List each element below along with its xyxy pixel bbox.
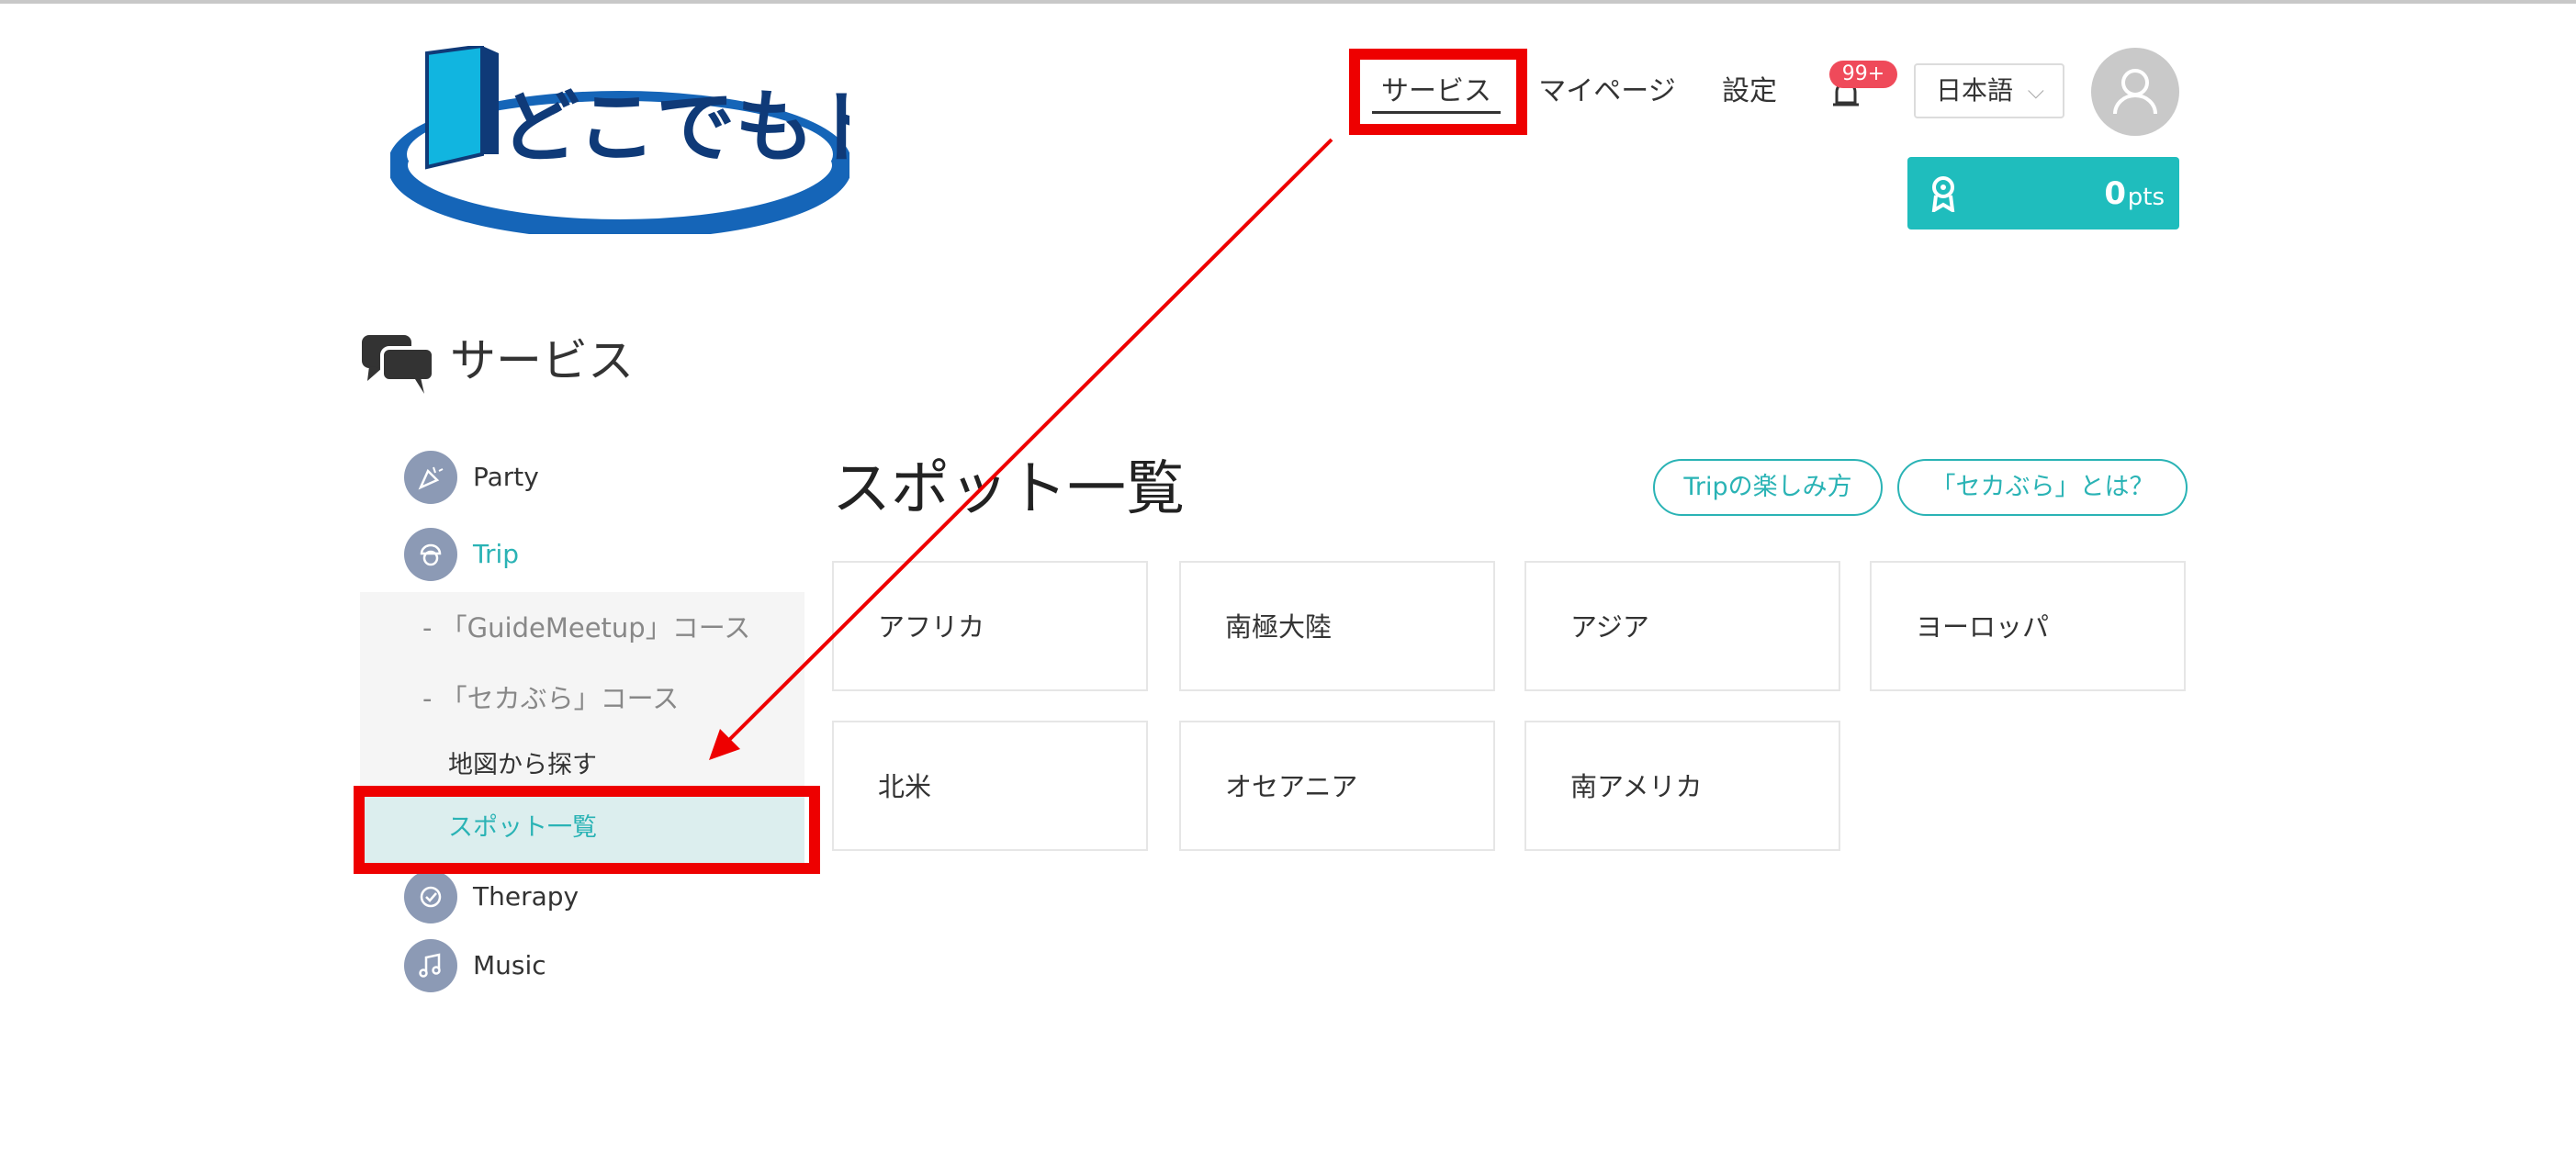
region-card-label: 南アメリカ xyxy=(1570,771,1703,802)
highlight-box-services xyxy=(1349,49,1527,135)
language-select-value: 日本語 xyxy=(1936,75,2014,106)
chevron-down-icon: ⌵ xyxy=(2027,78,2044,104)
region-card-antarctica[interactable]: 南極大陸 xyxy=(1179,561,1495,691)
points-unit: pts xyxy=(2127,184,2165,211)
sekabura-about-button[interactable]: 「セカぶら」とは？ xyxy=(1897,459,2188,516)
submenu-search-map[interactable]: 地図から探す xyxy=(448,745,597,786)
trip-icon xyxy=(420,543,442,566)
submenu-sekabura[interactable]: - 「セカぶら」コース xyxy=(422,678,679,719)
avatar[interactable] xyxy=(2091,48,2179,136)
chat-bubbles-icon xyxy=(362,335,435,394)
region-card-label: ヨーロッパ xyxy=(1916,611,2050,643)
trip-guide-button[interactable]: Tripの楽しみ方 xyxy=(1653,459,1883,516)
region-card-africa[interactable]: アフリカ xyxy=(832,561,1148,691)
region-card-label: 南極大陸 xyxy=(1225,611,1333,643)
region-card-oceania[interactable]: オセアニア xyxy=(1179,721,1495,851)
points-display[interactable]: 0 pts xyxy=(1907,157,2179,229)
therapy-icon xyxy=(420,886,442,908)
sidebar-item-label: Therapy xyxy=(473,881,579,912)
nav-mypage[interactable]: マイページ xyxy=(1538,64,1676,119)
therapy-icon-circle xyxy=(404,870,457,923)
points-value: 0 xyxy=(2104,175,2126,212)
region-card-europe[interactable]: ヨーロッパ xyxy=(1870,561,2186,691)
sidebar-item-label: Music xyxy=(473,950,546,980)
dokodemo-door-logo[interactable]: どこでもドア xyxy=(390,46,849,234)
medal-icon xyxy=(1931,176,1955,212)
trip-icon-circle xyxy=(404,528,457,581)
music-icon xyxy=(419,953,441,978)
music-icon-circle xyxy=(404,939,457,992)
logo-text: どこでもドア xyxy=(501,82,849,173)
section-title: サービス xyxy=(450,334,634,387)
submenu-guidemeetup[interactable]: - 「GuideMeetup」コース xyxy=(422,608,750,648)
region-card-south-america[interactable]: 南アメリカ xyxy=(1524,721,1840,851)
region-card-label: アジア xyxy=(1570,611,1649,643)
user-icon xyxy=(2113,69,2157,115)
region-card-asia[interactable]: アジア xyxy=(1524,561,1840,691)
top-border xyxy=(0,0,2576,4)
sidebar-item-label: Trip xyxy=(473,539,520,569)
party-icon-circle xyxy=(404,451,457,504)
region-card-label: アフリカ xyxy=(878,611,985,643)
region-card-label: オセアニア xyxy=(1225,771,1358,802)
party-icon xyxy=(418,466,444,490)
language-select[interactable]: 日本語 ⌵ xyxy=(1914,63,2064,118)
highlight-box-spot-list xyxy=(354,786,820,874)
page-title: スポット一覧 xyxy=(832,455,1185,523)
notification-badge: 99+ xyxy=(1829,61,1897,88)
region-card-north-america[interactable]: 北米 xyxy=(832,721,1148,851)
region-card-label: 北米 xyxy=(878,771,932,802)
nav-settings[interactable]: 設定 xyxy=(1717,64,1782,119)
sidebar-item-label: Party xyxy=(473,462,539,492)
